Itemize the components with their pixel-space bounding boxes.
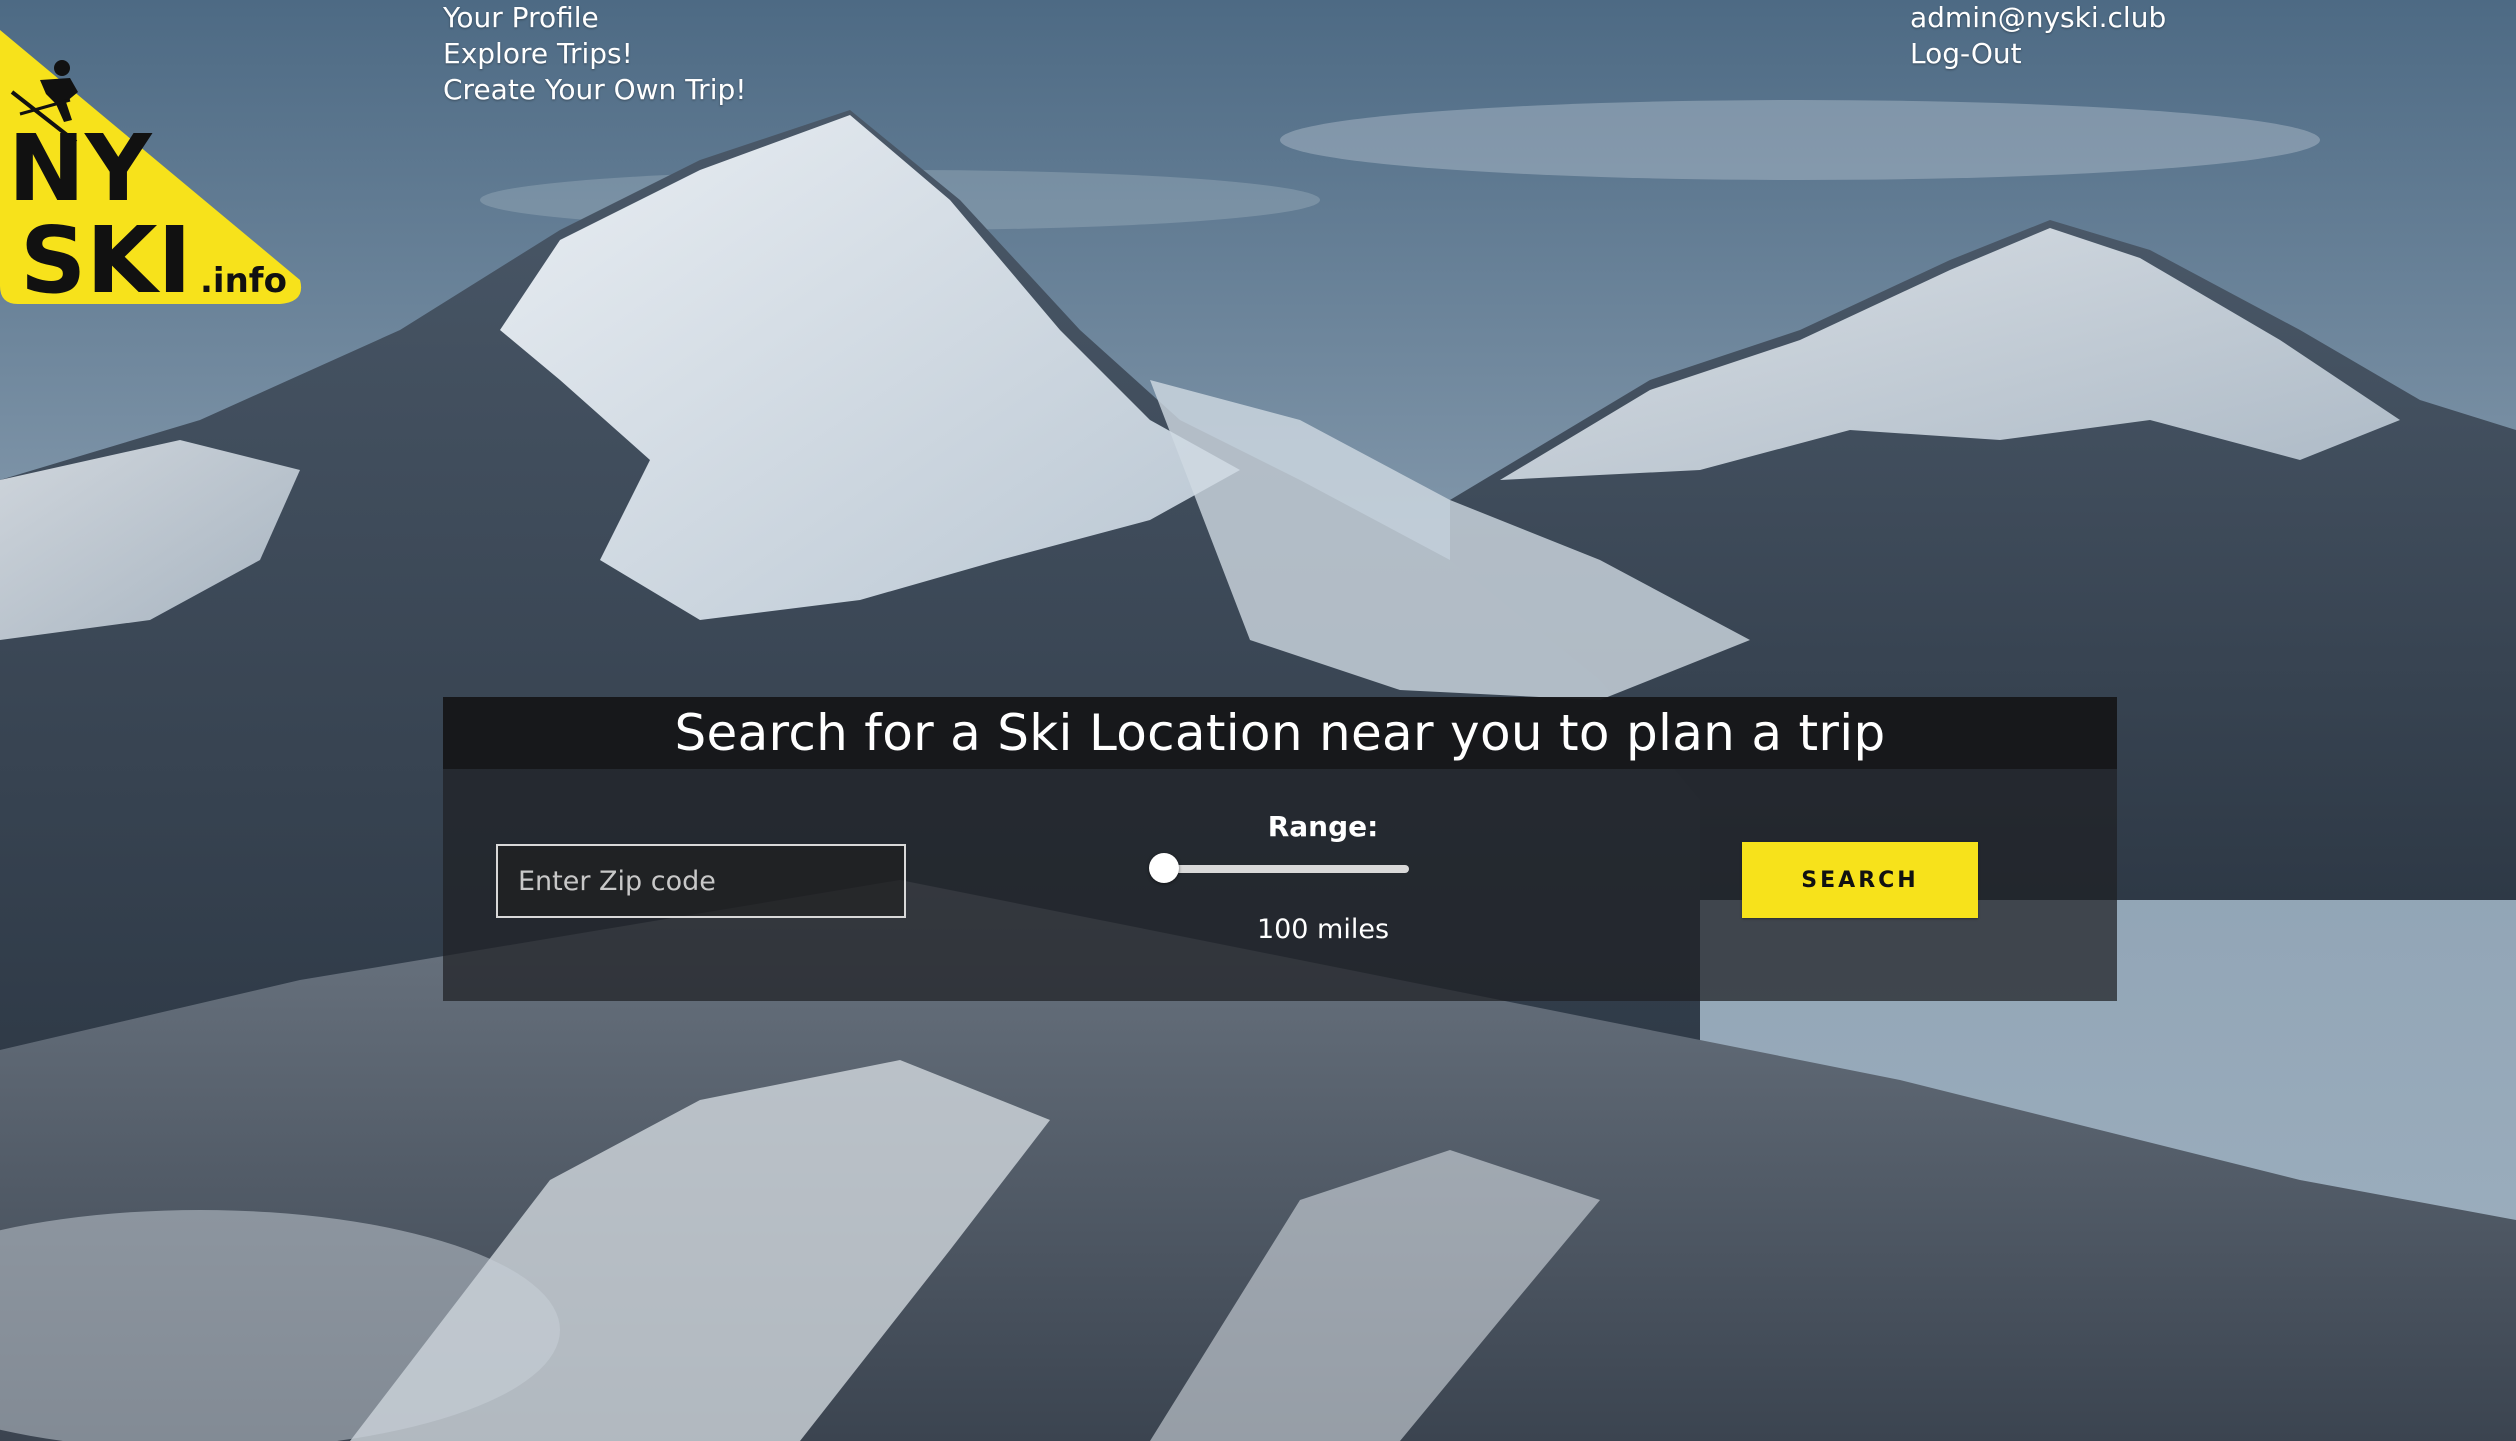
zip-code-input[interactable]: [496, 844, 906, 918]
main-nav: Your Profile Explore Trips! Create Your …: [443, 0, 746, 108]
search-button[interactable]: SEARCH: [1742, 842, 1978, 918]
search-panel-header: Search for a Ski Location near you to pl…: [443, 697, 2117, 769]
account-nav: admin@nyski.club Log-Out: [1910, 0, 2166, 72]
search-panel: Search for a Ski Location near you to pl…: [443, 697, 2117, 1001]
search-panel-title: Search for a Ski Location near you to pl…: [674, 704, 1886, 762]
nav-link-create-trip[interactable]: Create Your Own Trip!: [443, 72, 746, 108]
nyski-logo[interactable]: NY SKI .info: [0, 30, 310, 314]
account-email-link[interactable]: admin@nyski.club: [1910, 0, 2166, 36]
logo-info-text: .info: [200, 261, 287, 301]
nav-link-explore-trips[interactable]: Explore Trips!: [443, 36, 746, 72]
logo-ski-text: SKI: [20, 207, 192, 310]
logout-link[interactable]: Log-Out: [1910, 36, 2166, 72]
range-slider-thumb[interactable]: [1149, 853, 1179, 883]
range-slider-track[interactable]: [1163, 865, 1409, 873]
range-label: Range:: [1267, 810, 1379, 843]
nav-link-your-profile[interactable]: Your Profile: [443, 0, 746, 36]
nyski-logo-image: NY SKI .info: [0, 30, 302, 314]
range-value-text: 100 miles: [1256, 914, 1390, 945]
page: NY SKI .info Your Profile Explore Trips!…: [0, 0, 2516, 1441]
logo-ny-text: NY: [8, 115, 153, 222]
